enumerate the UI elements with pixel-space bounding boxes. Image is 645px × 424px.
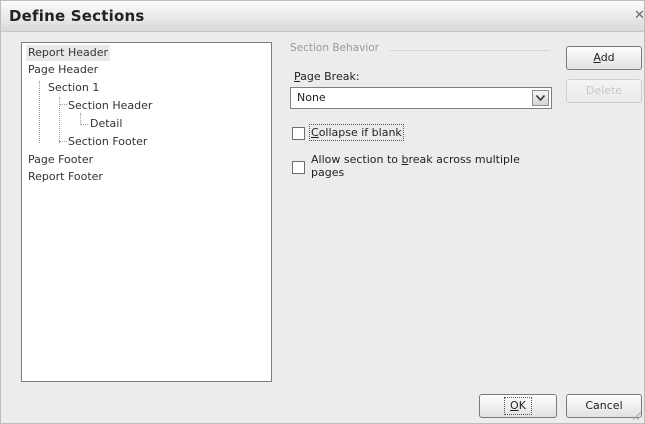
tree-item-section-header[interactable]: Section Header xyxy=(68,98,152,114)
tree-connector xyxy=(59,104,67,105)
tree-item-report-header[interactable]: Report Header xyxy=(26,45,111,61)
page-break-select[interactable]: None xyxy=(290,87,552,109)
sections-tree[interactable]: Report Header Page Header Section 1 Sect… xyxy=(21,42,272,382)
tree-item-section-footer[interactable]: Section Footer xyxy=(68,134,147,150)
tree-item-section-1[interactable]: Section 1 xyxy=(48,80,99,96)
add-button[interactable]: Add xyxy=(566,46,642,70)
title-bar[interactable]: Define Sections ✕ xyxy=(1,1,644,32)
tree-item-detail[interactable]: Detail xyxy=(90,116,122,132)
tree-item-label: Page Header xyxy=(28,63,99,76)
tree-connector xyxy=(59,141,67,142)
tree-item-label: Section 1 xyxy=(48,81,100,94)
tree-item-label: Report Footer xyxy=(28,170,103,183)
tree-item-label: Page Footer xyxy=(28,153,94,166)
collapse-if-blank-label[interactable]: Collapse if blank xyxy=(309,124,404,141)
delete-button[interactable]: Delete xyxy=(566,79,642,103)
tree-connector xyxy=(80,124,88,125)
group-divider xyxy=(390,50,550,51)
allow-break-checkbox[interactable] xyxy=(292,161,305,174)
close-icon[interactable]: ✕ xyxy=(634,8,644,24)
define-sections-dialog: Define Sections ✕ Report Header Page Hea… xyxy=(0,0,645,424)
tree-item-label: Section Header xyxy=(68,99,153,112)
tree-item-label: Section Footer xyxy=(68,135,148,148)
dialog-title: Define Sections xyxy=(9,7,145,25)
ok-button[interactable]: OK xyxy=(479,394,557,418)
tree-item-label: Report Header xyxy=(28,46,109,59)
resize-grip-icon[interactable] xyxy=(630,409,642,421)
tree-item-page-footer[interactable]: Page Footer xyxy=(28,152,93,168)
tree-item-report-footer[interactable]: Report Footer xyxy=(28,169,103,185)
allow-break-label[interactable]: Allow section to break across multiple pa… xyxy=(311,153,520,179)
section-behavior-group-label: Section Behavior xyxy=(290,42,379,54)
dropdown-button[interactable] xyxy=(532,90,549,106)
collapse-if-blank-checkbox[interactable] xyxy=(292,127,305,140)
tree-item-page-header[interactable]: Page Header xyxy=(28,62,98,78)
page-break-value: None xyxy=(297,91,326,104)
page-break-label: Page Break: xyxy=(294,70,360,83)
tree-item-label: Detail xyxy=(90,117,123,130)
chevron-down-icon xyxy=(536,95,545,101)
tree-connector xyxy=(39,81,40,143)
